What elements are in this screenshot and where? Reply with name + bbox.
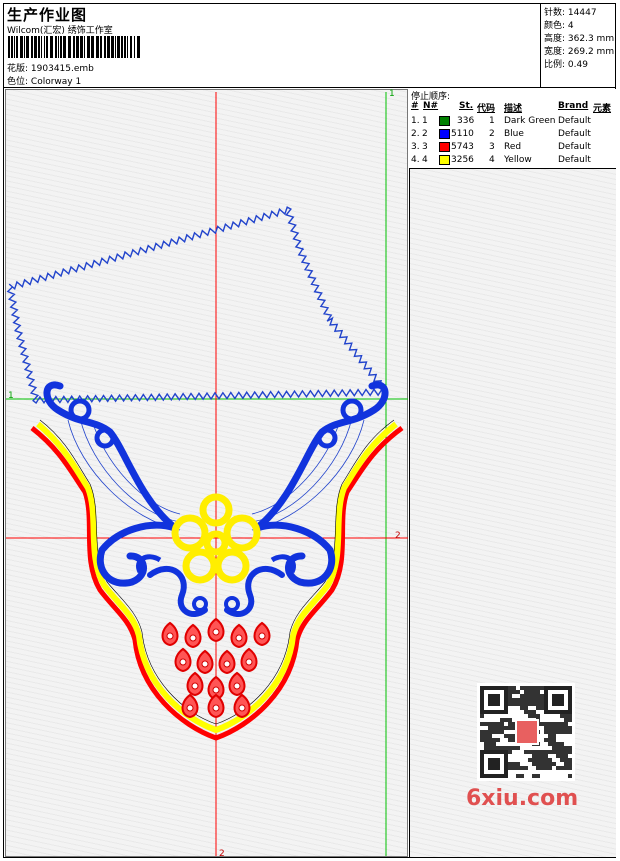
guide-label-green-h: 1 bbox=[8, 391, 14, 401]
blue-curl bbox=[224, 596, 240, 612]
watermark-text: 6xiu.com bbox=[466, 786, 579, 811]
blue-thin-arc bbox=[251, 419, 341, 515]
blue-curl bbox=[192, 596, 208, 612]
blue-thin-arc bbox=[91, 419, 181, 515]
blue-curl bbox=[94, 427, 116, 449]
guide-label-green-v: 1 bbox=[389, 89, 395, 99]
blue-scroll-lower-left bbox=[96, 521, 179, 587]
guide-label-red-v: 2 bbox=[219, 849, 225, 859]
zigzag-border bbox=[6, 206, 389, 405]
blue-scroll-lower-right bbox=[253, 521, 336, 587]
guide-label-red-h: 2 bbox=[395, 531, 401, 541]
watermark-qr-icon bbox=[477, 683, 575, 781]
embroidery-design: 1 1 2 2 bbox=[6, 89, 575, 859]
blue-curl bbox=[316, 427, 338, 449]
